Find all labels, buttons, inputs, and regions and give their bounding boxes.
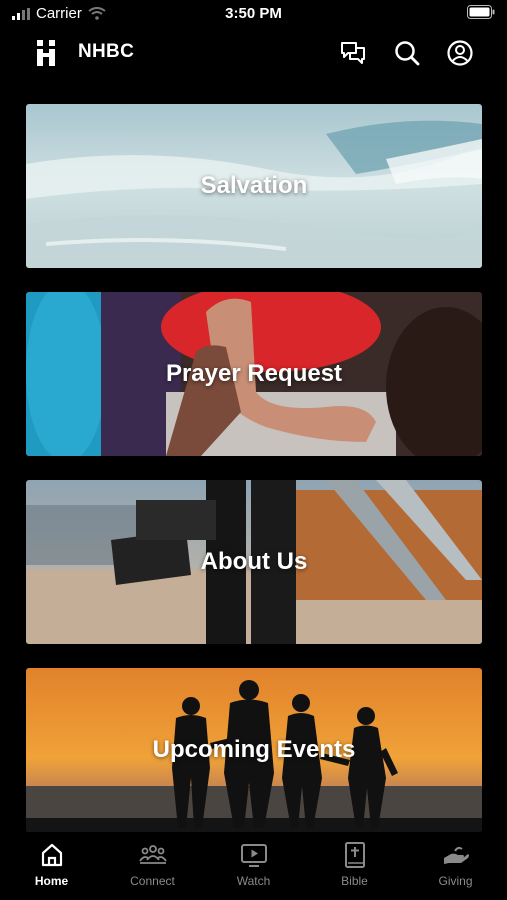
tab-label: Giving: [438, 874, 473, 888]
app-header: NHBC: [0, 30, 507, 76]
card-title: About Us: [200, 548, 308, 575]
about-us-card[interactable]: About Us: [26, 480, 482, 644]
tab-label: Watch: [236, 874, 271, 888]
tab-label: Connect: [130, 874, 175, 888]
card-title: Prayer Request: [165, 360, 343, 387]
card-title: Salvation: [200, 172, 308, 199]
tab-giving[interactable]: Giving: [405, 840, 506, 898]
tab-bible[interactable]: Bible: [304, 840, 405, 898]
status-time: 3:50 PM: [225, 5, 282, 22]
bottom-tab-bar: Home Connect Watch Bible Giving: [0, 834, 507, 900]
tab-watch[interactable]: Watch: [203, 840, 304, 898]
video-play-icon: [240, 844, 267, 867]
tab-connect[interactable]: Connect: [102, 840, 203, 898]
salvation-card[interactable]: Salvation: [26, 104, 482, 268]
battery-area: [467, 5, 495, 23]
prayer-request-card[interactable]: Prayer Request: [26, 292, 482, 456]
search-icon[interactable]: [392, 38, 422, 68]
people-group-icon: [138, 845, 167, 864]
logo-icon[interactable]: [36, 40, 58, 66]
tab-home[interactable]: Home: [1, 840, 102, 898]
giving-hand-icon: [443, 846, 469, 864]
status-bar: Carrier 3:50 PM: [0, 0, 507, 28]
bible-icon: [344, 842, 365, 868]
battery-icon: [467, 5, 495, 19]
account-icon[interactable]: [445, 38, 475, 68]
card-title: Upcoming Events: [152, 736, 356, 763]
tab-label: Home: [34, 874, 69, 888]
upcoming-events-card[interactable]: Upcoming Events: [26, 668, 482, 832]
brand-name: NHBC: [78, 41, 135, 62]
home-icon: [41, 843, 62, 867]
chat-bubbles-icon[interactable]: [338, 38, 368, 68]
tab-label: Bible: [341, 874, 368, 888]
